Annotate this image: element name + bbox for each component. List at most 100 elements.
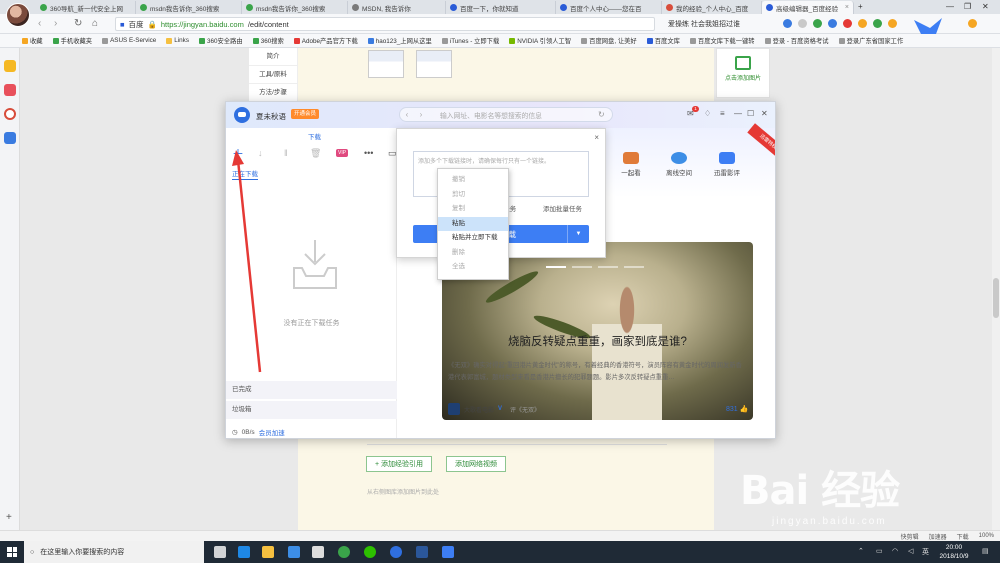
menu-icon[interactable] (968, 19, 977, 28)
nav-intro[interactable]: 简介 (249, 48, 297, 66)
menu-item-select-all[interactable]: 全选 (438, 260, 508, 275)
extension-icon[interactable] (888, 19, 897, 28)
delete-icon[interactable]: 🗑 (310, 148, 321, 159)
watch-together-button[interactable]: 一起看 (614, 152, 648, 177)
browser-tab[interactable]: 百度一下，你就知道 (446, 1, 556, 14)
menu-item-delete[interactable]: 删除 (438, 246, 508, 261)
minimize-icon[interactable]: — (734, 109, 742, 118)
like-count[interactable]: 831 👍 (726, 405, 748, 413)
pause-icon[interactable]: ‖ (284, 148, 288, 158)
weibo-icon[interactable] (4, 108, 16, 120)
video-icon[interactable] (4, 84, 16, 96)
image-thumbnail[interactable] (368, 50, 404, 78)
open-vip-badge[interactable]: 开通会员 (291, 109, 320, 119)
bookmark[interactable]: 登录广东省国家工作 (838, 36, 903, 45)
article-title[interactable]: 烧脑反转疑点重重，画家到底是谁? (442, 333, 753, 349)
menu-item-paste[interactable]: 粘贴 (438, 216, 508, 231)
category-trash[interactable]: 垃圾箱 (226, 401, 397, 419)
nav-steps[interactable]: 方法/步骤 (249, 84, 297, 102)
store-icon[interactable] (288, 546, 300, 558)
extension-icon[interactable] (858, 19, 867, 28)
browser-tab[interactable]: 我的经验_个人中心_百度 (662, 1, 762, 14)
extension-icon[interactable] (813, 19, 822, 28)
edge-icon[interactable] (238, 546, 250, 558)
taskbar-clock[interactable]: 20:00 2018/10/9 (935, 543, 973, 561)
bookmark[interactable]: 收藏 (22, 36, 43, 45)
maximize-icon[interactable]: ☐ (747, 109, 754, 118)
hot-search-text[interactable]: 爱操练 社会我姐招过谁 (668, 19, 740, 29)
dm-search-input[interactable]: 输入网址、电影名等想搜索的信息 (428, 110, 598, 120)
bookmark[interactable]: Adobe产品官方下载 (293, 36, 358, 45)
movie-review-button[interactable]: 迅雷影评 (710, 152, 744, 177)
browser-tab[interactable]: msdn我告诉你_360搜索 (136, 1, 242, 14)
carousel-dot[interactable] (598, 266, 618, 268)
carousel-dot[interactable] (546, 266, 566, 268)
network-icon[interactable]: ⌃ (858, 547, 864, 555)
menu-item-paste-and-download[interactable]: 粘贴并立即下载 (438, 231, 508, 246)
vip-accelerate-link[interactable]: 会员加速 (259, 427, 285, 437)
bookmark[interactable]: NVIDIA 引领人工智 (509, 36, 571, 45)
browser-tab-active[interactable]: 高级编辑器_百度经验 × (762, 1, 854, 14)
url-input[interactable]: ■ 百度 🔒 https://jingyan.baidu.com/edit/co… (115, 17, 655, 31)
mail-icon[interactable] (4, 132, 16, 144)
category-completed[interactable]: 已完成 (226, 381, 397, 399)
notifications-icon[interactable]: ▤ (982, 547, 989, 555)
favorites-star-icon[interactable] (4, 60, 16, 72)
battery-icon[interactable]: ▭ (876, 547, 883, 555)
menu-item-undo[interactable]: 撤销 (438, 173, 508, 188)
carousel-dot[interactable] (572, 266, 592, 268)
home-icon[interactable]: ⌂ (92, 18, 98, 29)
browser-tab[interactable]: MSDN, 我告诉你 (348, 1, 446, 14)
extension-icon[interactable] (843, 19, 852, 28)
dm-search-bar[interactable]: ‹ › 输入网址、电影名等想搜索的信息 ↻ (399, 107, 613, 122)
bookmark[interactable]: 360搜索 (252, 36, 284, 45)
add-image-button[interactable]: 点击添加图片 (724, 56, 762, 90)
article-source[interactable]: 大歌看电影 V 评《无双》 (448, 403, 540, 415)
browser-tab[interactable]: msdn我告诉你_360搜索 (242, 1, 348, 14)
zoom-level[interactable]: 100% (979, 533, 994, 539)
extension-icon[interactable] (873, 19, 882, 28)
dm-username[interactable]: 夏未秋语 (256, 111, 286, 122)
page-scrollbar[interactable] (992, 48, 1000, 541)
add-video-button[interactable]: 添加网络视频 (446, 456, 506, 472)
status-item[interactable]: 加速器 (929, 532, 947, 541)
more-icon[interactable]: ••• (364, 148, 373, 158)
mail-icon[interactable] (312, 546, 324, 558)
360-browser-icon[interactable] (338, 546, 350, 558)
forward-arrow-icon[interactable]: › (414, 110, 428, 119)
bookmark[interactable]: 百度文库 (646, 36, 680, 45)
refresh-icon[interactable]: ↻ (598, 110, 612, 119)
close-window-icon[interactable]: ✕ (982, 2, 989, 11)
menu-item-copy[interactable]: 复制 (438, 202, 508, 217)
bookmark[interactable]: 360安全路由 (198, 36, 243, 45)
windows-start-icon[interactable] (7, 547, 17, 557)
add-quote-button[interactable]: + 添加经验引用 (366, 456, 433, 472)
batch-task-link[interactable]: 添加批量任务 (543, 203, 582, 213)
browser-tab[interactable]: 360导航_新一代安全上网 (36, 1, 136, 14)
thunder-icon[interactable] (390, 546, 402, 558)
status-item[interactable]: 下载 (957, 532, 969, 541)
status-item[interactable]: 快剪辑 (901, 532, 919, 541)
bookmark[interactable]: Links (166, 37, 189, 44)
ime-indicator[interactable]: 英 (922, 547, 929, 557)
bookmark[interactable]: hao123_上网从这里 (367, 36, 432, 45)
minimize-icon[interactable]: — (946, 2, 954, 11)
bookmark[interactable]: ASUS E-Service (102, 37, 156, 44)
close-tab-icon[interactable]: × (845, 4, 849, 11)
chevron-down-icon[interactable]: ▼ (567, 225, 589, 243)
wechat-icon[interactable] (364, 546, 376, 558)
new-tab-icon[interactable]: + (858, 2, 863, 11)
back-icon[interactable]: ‹ (38, 18, 41, 29)
image-thumbnail[interactable] (416, 50, 452, 78)
nav-tools[interactable]: 工具/原料 (249, 66, 297, 84)
add-sidebar-icon[interactable]: + (6, 512, 12, 523)
bookmark[interactable]: iTunes - 立即下载 (441, 36, 499, 45)
menu-item-cut[interactable]: 剪切 (438, 188, 508, 203)
bookmark[interactable]: 登录 - 百度资格考试 (764, 36, 829, 45)
extension-icon[interactable] (798, 19, 807, 28)
scrollbar-thumb[interactable] (993, 278, 999, 318)
menu-icon[interactable]: ≡ (720, 109, 725, 118)
user-avatar[interactable] (6, 3, 30, 27)
bookmark[interactable]: 手机收藏夹 (52, 36, 92, 45)
bookmark[interactable]: 百度网盘, 让美好 (581, 36, 637, 45)
